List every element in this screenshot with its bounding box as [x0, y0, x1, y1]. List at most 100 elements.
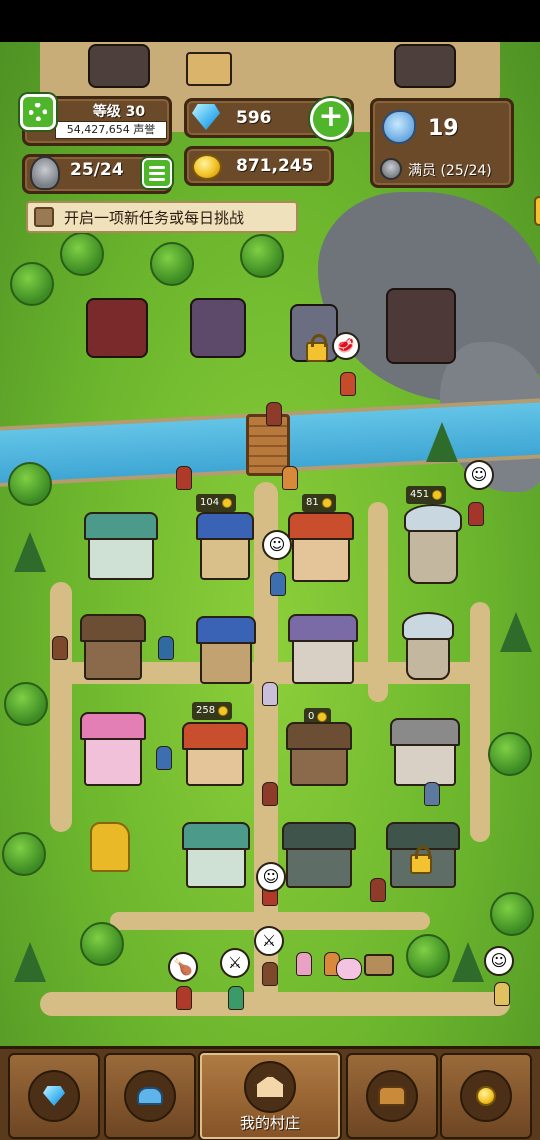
tree — [4, 682, 48, 726]
population-value: 19 — [428, 116, 459, 141]
villager[interactable] — [52, 636, 68, 660]
pine-tree — [426, 422, 458, 462]
tree — [8, 462, 52, 506]
building-pagoda[interactable] — [84, 512, 158, 580]
happy-face-icon[interactable]: ☺ — [256, 862, 286, 892]
sword-icon[interactable]: ⚔ — [254, 926, 284, 956]
villager[interactable] — [340, 372, 356, 396]
happy-face-icon[interactable]: ☺ — [484, 946, 514, 976]
status-bar — [0, 0, 540, 42]
food-request-icon[interactable]: 🍗 — [168, 952, 198, 982]
villager[interactable] — [494, 982, 510, 1006]
building-temple[interactable] — [390, 718, 460, 786]
villager[interactable] — [370, 878, 386, 902]
pine-tree — [14, 532, 46, 572]
building-bluehouse[interactable] — [196, 512, 254, 580]
building-redhouse[interactable] — [288, 512, 354, 582]
settings-button[interactable] — [20, 94, 56, 130]
list-icon-line — [149, 171, 165, 175]
building-pink-castle[interactable] — [80, 712, 146, 786]
building-redhouse[interactable] — [182, 722, 248, 786]
storehouse-top[interactable] — [186, 52, 232, 86]
tree — [60, 232, 104, 276]
quest-checkbox[interactable] — [34, 207, 54, 227]
building-forge[interactable] — [282, 822, 356, 888]
building-workshop[interactable] — [80, 614, 146, 680]
nav-icon-circle — [124, 1070, 176, 1122]
request-bubble-icon[interactable]: 🥩 — [332, 332, 360, 360]
villager[interactable] — [270, 572, 286, 596]
villager[interactable] — [266, 402, 282, 426]
coin-icon — [222, 498, 233, 508]
level-label: 等级 30 — [92, 104, 146, 120]
building-temple[interactable] — [288, 614, 358, 684]
building-bluehouse[interactable] — [196, 616, 256, 684]
unicorn[interactable] — [336, 958, 362, 980]
coin-icon — [218, 706, 229, 716]
tree — [80, 922, 124, 966]
add-gems-button[interactable]: + — [310, 98, 352, 140]
knight-helmet-icon — [380, 158, 402, 180]
nav-chest-button[interactable] — [346, 1053, 438, 1139]
building-badge: 81 — [302, 494, 336, 512]
quest-banner[interactable]: 开启一项新任务或每日挑战 — [26, 201, 298, 233]
villager[interactable] — [262, 782, 278, 806]
coin-icon — [321, 498, 332, 508]
pine-tree — [452, 942, 484, 982]
villager[interactable] — [176, 466, 192, 490]
villager[interactable] — [176, 986, 192, 1010]
building-tower-white[interactable] — [404, 504, 462, 584]
tower-red[interactable] — [86, 298, 148, 358]
gold-coin-icon — [192, 154, 222, 180]
nav-village-button[interactable]: 我的村庄 — [198, 1051, 342, 1140]
villager[interactable] — [424, 782, 440, 806]
tower-lava-right[interactable] — [394, 44, 456, 88]
villager[interactable] — [262, 962, 278, 986]
building-tower-white[interactable] — [402, 612, 454, 680]
nav-icon-circle — [244, 1061, 296, 1113]
tree — [150, 242, 194, 286]
tree — [2, 832, 46, 876]
building-pagoda[interactable] — [182, 822, 250, 888]
golden-horse-statue[interactable] — [90, 822, 130, 872]
building-workshop[interactable] — [286, 722, 352, 786]
coin-icon — [317, 712, 328, 722]
list-icon-line — [149, 177, 165, 181]
gold-value: 871,245 — [236, 156, 314, 176]
happy-face-icon[interactable]: ☺ — [262, 530, 292, 560]
chest-icon — [378, 1086, 406, 1106]
nav-achievements-button[interactable] — [440, 1053, 532, 1139]
crossed-swords-icon[interactable]: ⚔ — [220, 948, 250, 978]
villager[interactable] — [262, 682, 278, 706]
capacity-full-label: 满员 (25/24) — [408, 163, 492, 179]
villager[interactable] — [468, 502, 484, 526]
building-badge: 451 — [406, 486, 447, 504]
building-badge: 258 — [192, 702, 233, 720]
nav-heroes-button[interactable] — [104, 1053, 196, 1139]
villager[interactable] — [158, 636, 174, 660]
tree — [406, 934, 450, 978]
unicorn-icon — [382, 110, 416, 144]
pine-tree — [14, 942, 46, 982]
house-icon — [255, 1075, 285, 1099]
side-tab-icon[interactable] — [534, 196, 540, 226]
villager[interactable] — [156, 746, 172, 770]
dirt-path — [368, 502, 388, 702]
happy-face-icon[interactable]: ☺ — [464, 460, 494, 490]
villager[interactable] — [228, 986, 244, 1010]
nav-shop-button[interactable] — [8, 1053, 100, 1139]
nav-icon-circle — [28, 1070, 80, 1122]
tower-lava-left[interactable] — [88, 44, 150, 88]
tower-purple[interactable] — [190, 298, 246, 358]
villager[interactable] — [282, 466, 298, 490]
unicorn-pen[interactable] — [364, 954, 394, 976]
dirt-path — [50, 582, 72, 832]
tree — [10, 262, 54, 306]
list-icon-line — [149, 165, 165, 169]
people-icon — [137, 1087, 163, 1105]
knights-list-button[interactable] — [142, 158, 172, 188]
dirt-path — [40, 992, 510, 1016]
castle-dark[interactable] — [386, 288, 456, 364]
tree — [490, 892, 534, 936]
villager[interactable] — [296, 952, 312, 976]
